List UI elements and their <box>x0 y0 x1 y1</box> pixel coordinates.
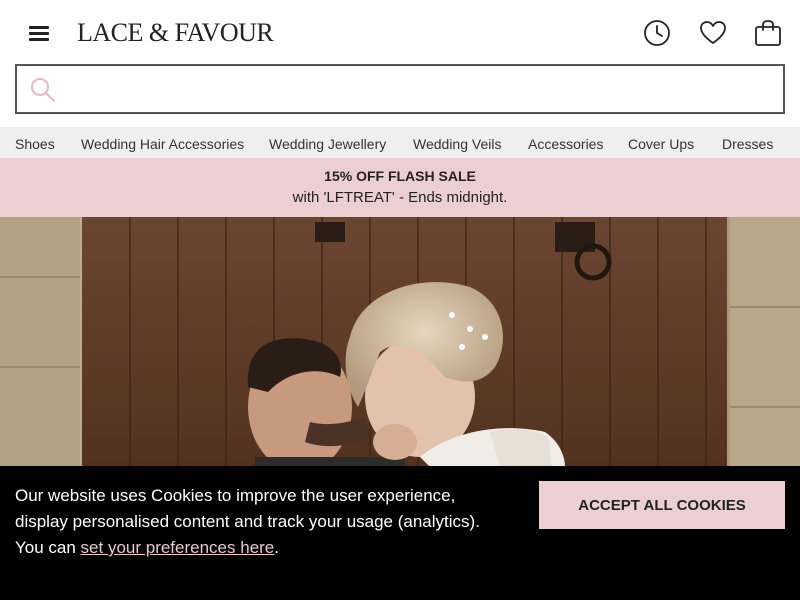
bag-icon[interactable] <box>753 18 783 48</box>
search-bar <box>15 64 785 114</box>
cookie-banner: Our website uses Cookies to improve the … <box>0 466 800 600</box>
cookie-message: Our website uses Cookies to improve the … <box>15 483 485 561</box>
nav-item-dresses[interactable]: Dresses <box>722 136 773 152</box>
site-logo[interactable]: LACE & FAVOUR <box>77 18 274 48</box>
cookie-preferences-link[interactable]: set your preferences here <box>81 538 275 557</box>
cookie-text-suffix: . <box>274 538 279 557</box>
site-header: LACE & FAVOUR <box>0 0 800 64</box>
history-icon[interactable] <box>642 18 672 48</box>
couple-kissing-photo <box>0 217 800 467</box>
accept-all-cookies-button[interactable]: ACCEPT ALL COOKIES <box>539 481 785 529</box>
nav-item-wedding-veils[interactable]: Wedding Veils <box>413 136 501 152</box>
search-icon[interactable] <box>29 76 57 104</box>
category-nav: Shoes Wedding Hair Accessories Wedding J… <box>0 127 800 158</box>
nav-item-wedding-hair-accessories[interactable]: Wedding Hair Accessories <box>81 136 244 152</box>
search-input[interactable] <box>67 72 767 106</box>
promo-title: 15% OFF FLASH SALE <box>324 168 476 184</box>
nav-item-accessories[interactable]: Accessories <box>528 136 603 152</box>
cookie-text: Our website uses Cookies to improve the … <box>15 486 480 531</box>
cookie-text-prefix: You can <box>15 538 81 557</box>
nav-item-cover-ups[interactable]: Cover Ups <box>628 136 694 152</box>
nav-item-wedding-jewellery[interactable]: Wedding Jewellery <box>269 136 386 152</box>
menu-icon[interactable] <box>29 26 49 42</box>
hero-image[interactable] <box>0 217 800 467</box>
promo-banner[interactable]: 15% OFF FLASH SALE with 'LFTREAT' - Ends… <box>0 158 800 217</box>
promo-subtitle: with 'LFTREAT' - Ends midnight. <box>292 189 508 206</box>
heart-icon[interactable] <box>698 18 728 48</box>
nav-item-shoes[interactable]: Shoes <box>15 136 55 152</box>
